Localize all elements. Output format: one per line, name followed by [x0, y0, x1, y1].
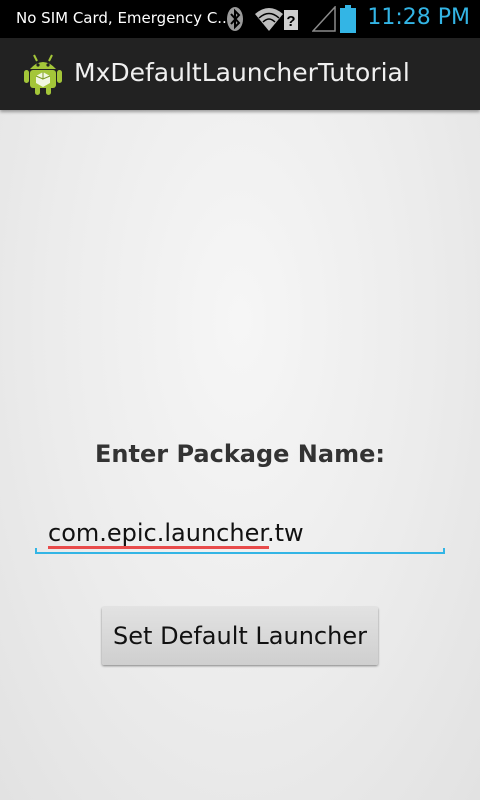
bluetooth-icon — [224, 6, 246, 36]
spellcheck-underline — [48, 546, 269, 549]
package-name-label: Enter Package Name: — [95, 440, 385, 468]
signal-icon — [311, 5, 336, 36]
carrier-status-text: No SIM Card, Emergency C... — [16, 9, 232, 27]
field-underline — [35, 548, 445, 554]
status-bar: No SIM Card, Emergency C... ? 11:28 PM — [0, 0, 480, 38]
app-title: MxDefaultLauncherTutorial — [74, 58, 410, 87]
svg-text:?: ? — [286, 13, 295, 30]
android-app-icon — [22, 52, 64, 96]
wifi-icon — [254, 6, 284, 36]
package-name-input[interactable] — [48, 516, 438, 550]
app-screen: No SIM Card, Emergency C... ? 11:28 PM M… — [0, 0, 480, 800]
package-name-field[interactable] — [35, 512, 445, 556]
action-bar: MxDefaultLauncherTutorial — [0, 38, 480, 110]
clock: 11:28 PM — [367, 5, 470, 30]
battery-icon — [340, 5, 356, 37]
wifi-unknown-icon: ? — [284, 10, 298, 34]
set-default-launcher-button[interactable]: Set Default Launcher — [102, 607, 378, 665]
